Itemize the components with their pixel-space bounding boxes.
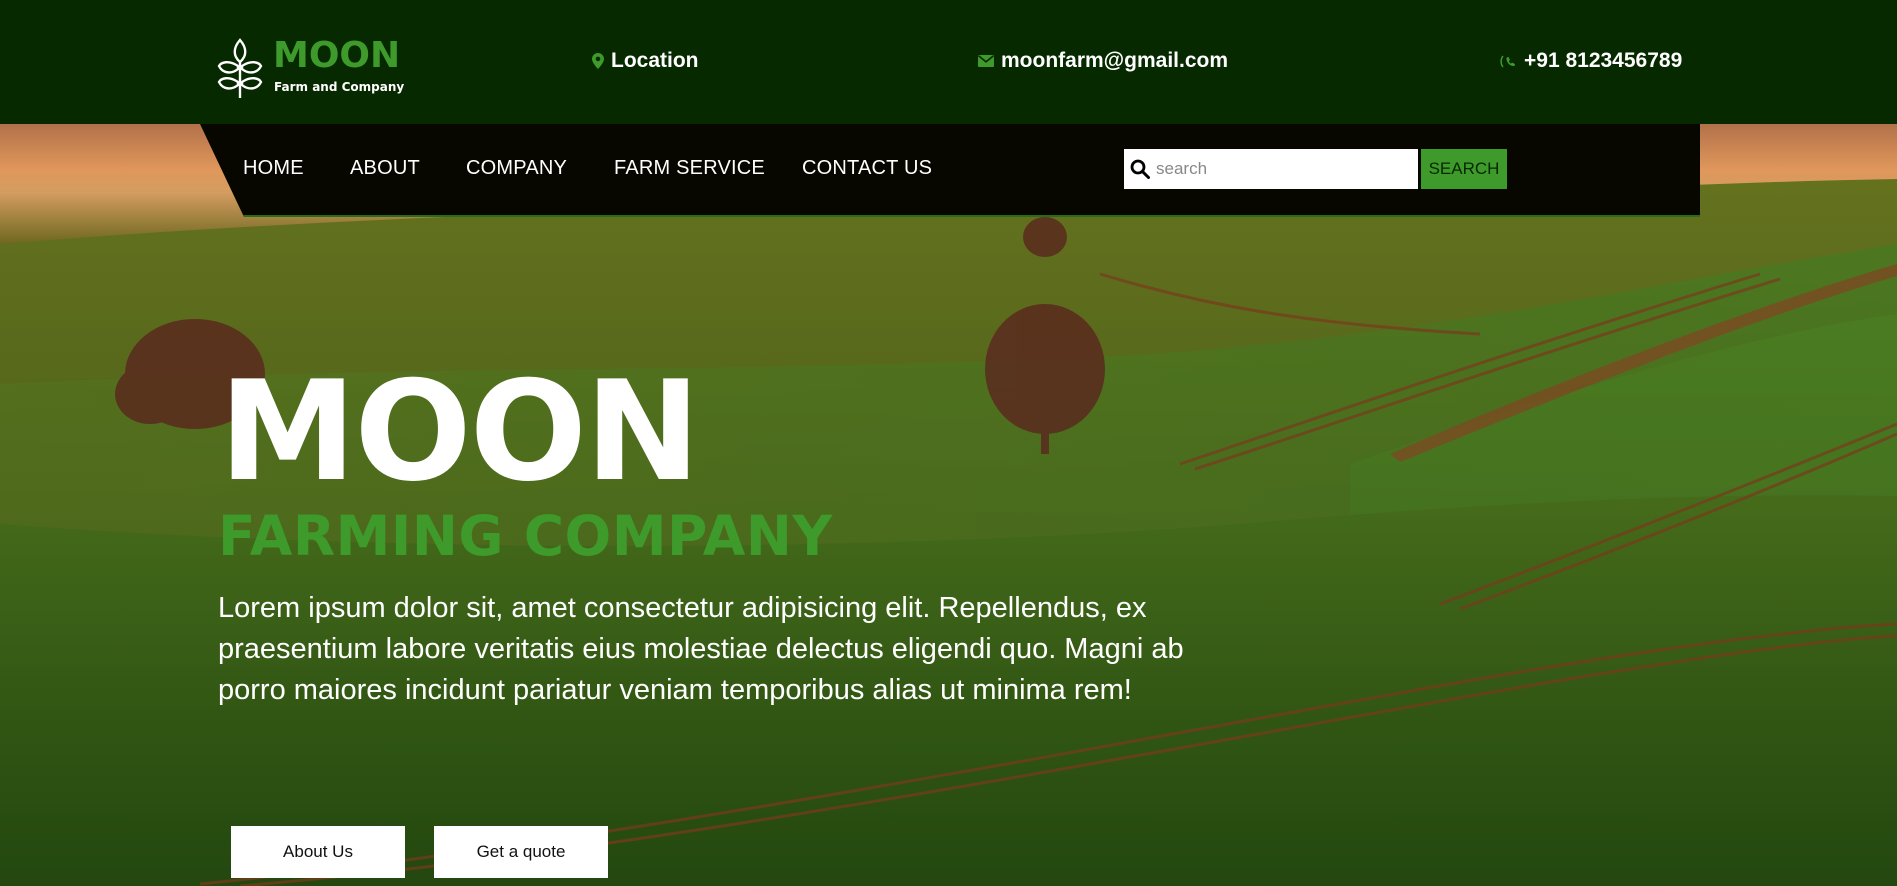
map-pin-icon: [592, 53, 604, 69]
hero-title: MOON: [219, 351, 700, 512]
top-bar: MOON Farm and Company Location moonfarm@…: [0, 0, 1897, 124]
nav-item-contact-us[interactable]: CONTACT US: [802, 157, 932, 180]
main-nav: HOME ABOUT COMPANY FARM SERVICE CONTACT …: [200, 124, 1700, 217]
search-icon: [1124, 159, 1156, 179]
phone-info[interactable]: +91 8123456789: [1500, 49, 1682, 73]
nav-item-home[interactable]: HOME: [243, 157, 304, 180]
brand-tagline: Farm and Company: [274, 80, 405, 94]
wheat-icon: [217, 38, 263, 98]
email-info[interactable]: moonfarm@gmail.com: [978, 49, 1228, 73]
hero-description: Lorem ipsum dolor sit, amet consectetur …: [218, 592, 1184, 706]
brand-logo[interactable]: MOON Farm and Company: [217, 35, 404, 102]
phone-icon: [1500, 54, 1517, 69]
nav-item-about[interactable]: ABOUT: [350, 157, 420, 180]
search-box: [1124, 149, 1418, 189]
get-quote-button[interactable]: Get a quote: [434, 826, 608, 878]
email-text: moonfarm@gmail.com: [1001, 49, 1229, 72]
hero-subtitle: FARMING COMPANY: [218, 504, 833, 568]
brand-name: MOON: [273, 35, 401, 76]
nav-item-farm-service[interactable]: FARM SERVICE: [614, 157, 765, 180]
nav-item-company[interactable]: COMPANY: [466, 157, 567, 180]
envelope-icon: [978, 55, 994, 67]
phone-text: +91 8123456789: [1524, 49, 1683, 72]
about-us-button[interactable]: About Us: [231, 826, 405, 878]
location-info[interactable]: Location: [592, 49, 699, 73]
search-button[interactable]: SEARCH: [1421, 149, 1507, 189]
location-text: Location: [611, 49, 699, 72]
search-input[interactable]: [1156, 159, 1406, 179]
